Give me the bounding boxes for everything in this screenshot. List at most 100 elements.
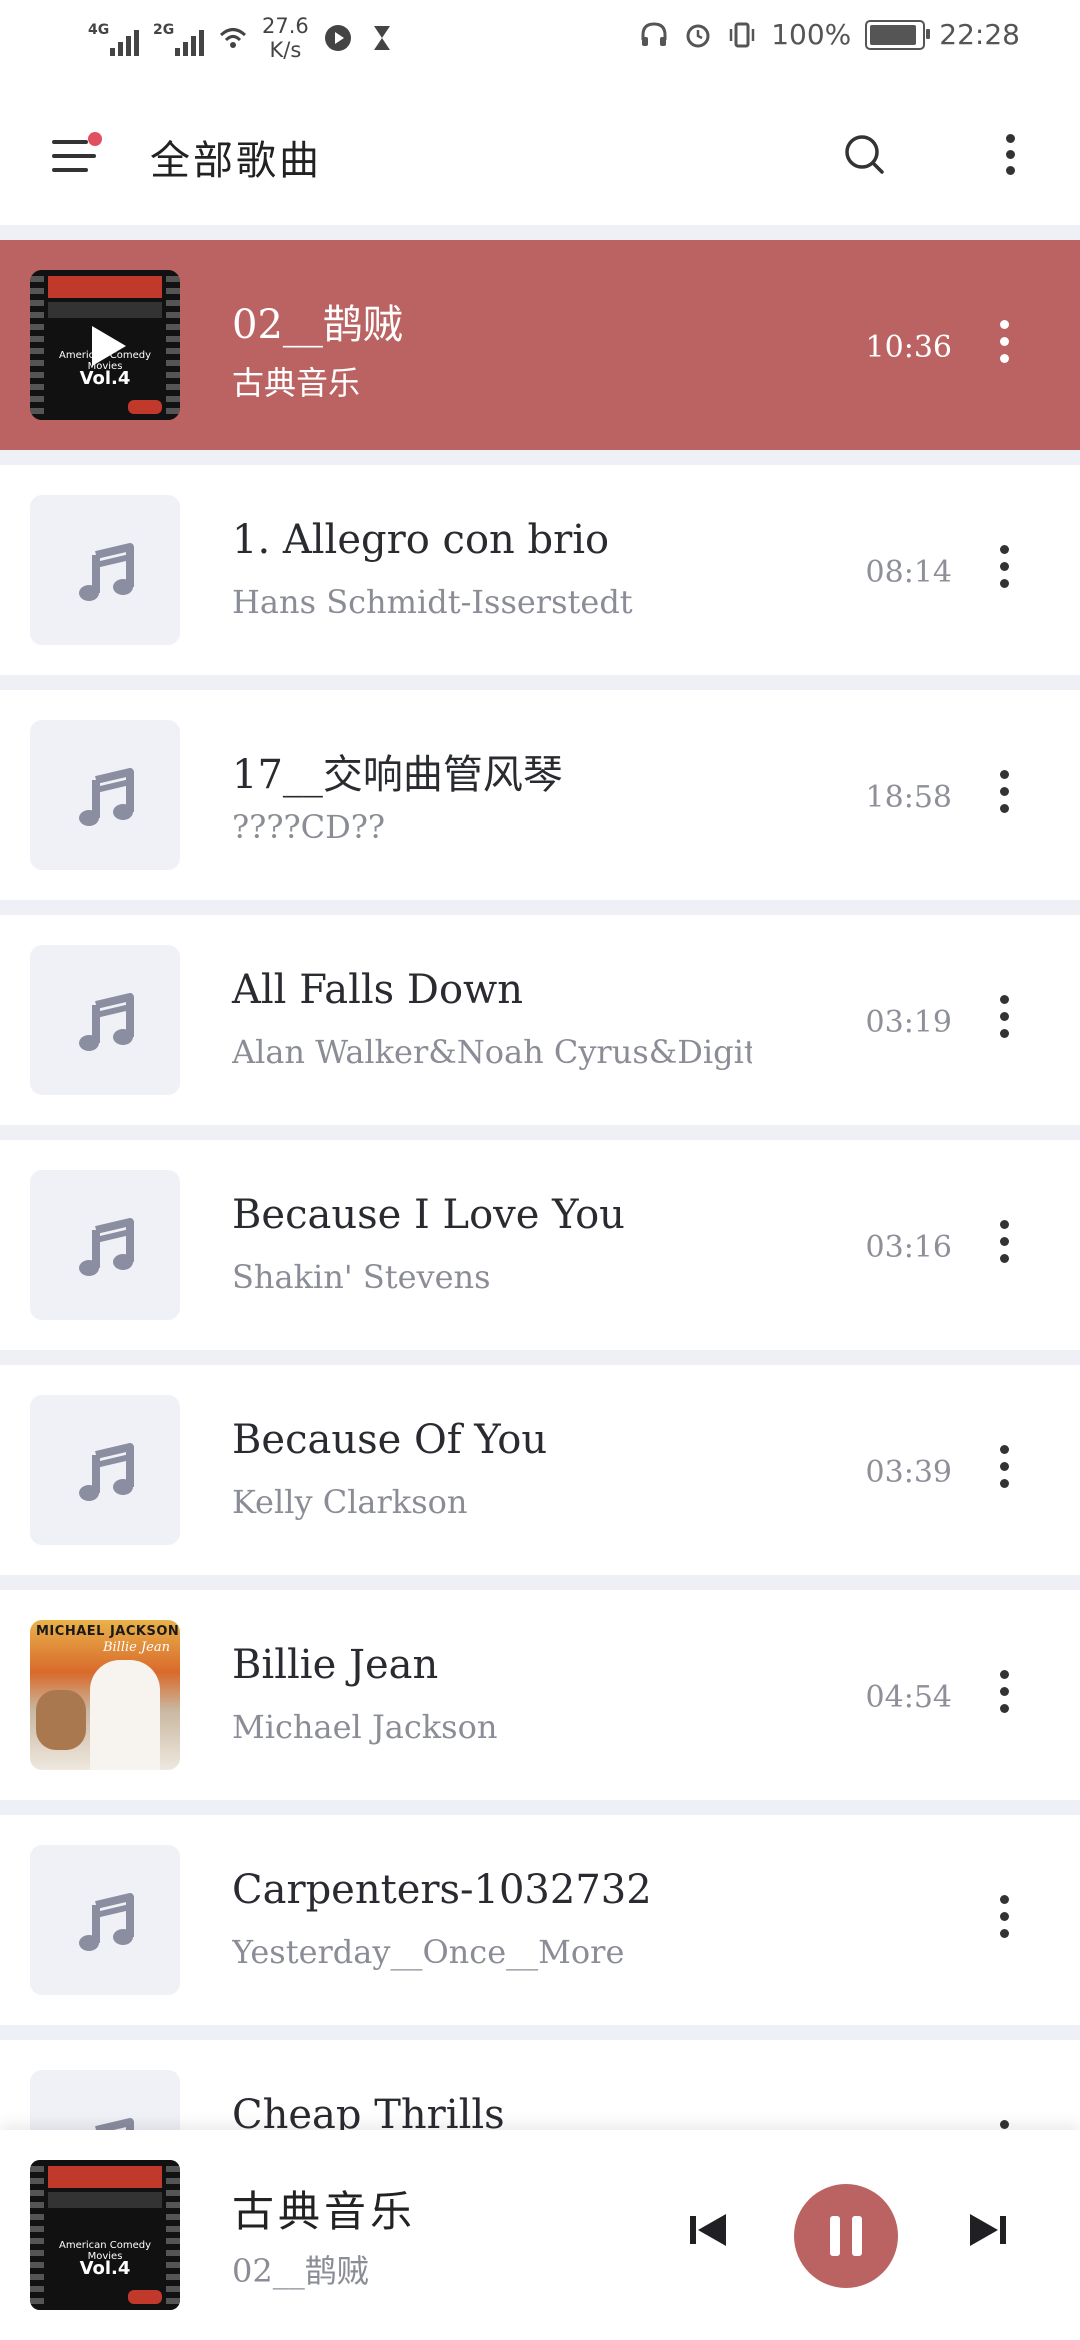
media-playing-icon xyxy=(324,25,351,51)
song-row[interactable]: Because I Love You Shakin' Stevens 03:16 xyxy=(0,1140,1080,1350)
song-artist: Michael Jackson xyxy=(232,1708,498,1746)
more-vertical-icon xyxy=(992,545,1016,588)
network-type-2-label: 2G xyxy=(153,22,175,38)
song-artist: Yesterday__Once__More xyxy=(232,1933,625,1971)
song-title: All Falls Down xyxy=(232,967,524,1013)
album-art-placeholder xyxy=(30,1845,180,1995)
play-pause-button[interactable] xyxy=(794,2184,898,2288)
song-row[interactable]: All Falls Down Alan Walker&Noah Cyrus&Di… xyxy=(0,915,1080,1125)
album-art: American Comedy Movies Vol.4 xyxy=(30,270,180,420)
album-art-placeholder xyxy=(30,945,180,1095)
clock: 22:28 xyxy=(939,18,1020,51)
page-title: 全部歌曲 xyxy=(150,138,322,184)
network-speed-unit: K/s xyxy=(269,38,302,62)
music-note-icon xyxy=(79,1443,134,1501)
song-artist: Hans Schmidt-Isserstedt xyxy=(232,583,633,621)
more-vertical-icon xyxy=(992,1445,1016,1488)
song-artist: 古典音乐 xyxy=(232,364,361,402)
network-speed: 27.6 K/s xyxy=(262,14,309,62)
status-bar: 4G 2G 27.6 K/s 100% 22:28 xyxy=(0,0,1080,80)
song-row[interactable]: Because Of You Kelly Clarkson 03:39 xyxy=(0,1365,1080,1575)
song-artist: Alan Walker&Noah Cyrus&Digit.. xyxy=(232,1033,752,1071)
wifi-icon xyxy=(219,28,247,48)
song-row[interactable]: Carpenters-1032732 Yesterday__Once__More xyxy=(0,1815,1080,2025)
album-art-volume: Vol.4 xyxy=(79,368,131,389)
search-button[interactable] xyxy=(838,128,894,184)
alarm-icon xyxy=(686,24,710,47)
search-icon xyxy=(845,135,884,174)
more-vertical-icon xyxy=(992,320,1016,363)
network-speed-value: 27.6 xyxy=(262,14,309,38)
hourglass-icon xyxy=(373,26,390,50)
song-row[interactable]: American Comedy Movies Vol.4 02__鹊贼 古典音乐… xyxy=(0,240,1080,450)
song-duration: 04:54 xyxy=(865,1680,952,1715)
hamburger-menu-icon xyxy=(52,140,88,144)
album-art-album: Billie Jean xyxy=(102,1640,170,1655)
song-more-button[interactable] xyxy=(992,320,1016,370)
status-bar-left: 4G 2G 27.6 K/s xyxy=(88,14,397,62)
cell-signal-2-icon: 2G xyxy=(153,20,204,56)
battery-icon xyxy=(865,19,931,50)
song-more-button[interactable] xyxy=(992,995,1016,1045)
song-duration: 18:58 xyxy=(865,780,952,815)
song-more-button[interactable] xyxy=(992,1220,1016,1270)
song-duration: 08:14 xyxy=(865,555,952,590)
song-title: Because Of You xyxy=(232,1417,548,1463)
music-note-icon xyxy=(79,1218,134,1276)
more-vertical-icon xyxy=(992,770,1016,813)
song-row[interactable]: 1. Allegro con brio Hans Schmidt-Isserst… xyxy=(0,465,1080,675)
song-more-button[interactable] xyxy=(992,545,1016,595)
song-more-button[interactable] xyxy=(992,770,1016,820)
song-duration: 03:16 xyxy=(865,1230,952,1265)
song-row[interactable]: MICHAEL JACKSON Billie Jean Billie Jean … xyxy=(0,1590,1080,1800)
album-art-placeholder xyxy=(30,720,180,870)
song-title: Because I Love You xyxy=(232,1192,625,1238)
now-playing-subtitle: 02__鹊贼 xyxy=(232,2252,369,2290)
more-vertical-icon xyxy=(992,1220,1016,1263)
song-more-button[interactable] xyxy=(992,1445,1016,1495)
status-bar-right: 100% 22:28 xyxy=(639,18,1020,51)
song-more-button[interactable] xyxy=(992,1670,1016,1720)
more-vertical-icon xyxy=(992,1895,1016,1938)
next-button[interactable] xyxy=(966,2210,1010,2250)
song-more-button[interactable] xyxy=(992,1895,1016,1945)
previous-button[interactable] xyxy=(686,2210,730,2250)
skip-next-icon xyxy=(970,2214,1006,2246)
song-title: Carpenters-1032732 xyxy=(232,1867,652,1913)
now-playing-album-art[interactable]: American Comedy Movies Vol.4 xyxy=(30,2160,180,2310)
song-artist: Shakin' Stevens xyxy=(232,1258,491,1296)
now-playing-title: 古典音乐 xyxy=(232,2187,417,2236)
music-note-icon xyxy=(79,993,134,1051)
song-title: 02__鹊贼 xyxy=(232,302,403,348)
song-title: 17__交响曲管风琴 xyxy=(232,752,563,798)
menu-button[interactable] xyxy=(48,128,102,180)
album-art-volume: Vol.4 xyxy=(79,2258,131,2279)
music-note-icon xyxy=(79,768,134,826)
vibrate-icon xyxy=(729,22,755,47)
more-vertical-icon xyxy=(992,1670,1016,1713)
skip-previous-icon xyxy=(690,2214,726,2246)
play-icon xyxy=(92,326,126,366)
music-note-icon xyxy=(79,1893,134,1951)
song-artist: Kelly Clarkson xyxy=(232,1483,468,1521)
album-art: MICHAEL JACKSON Billie Jean xyxy=(30,1620,180,1770)
notification-badge xyxy=(88,132,102,146)
song-list: American Comedy Movies Vol.4 02__鹊贼 古典音乐… xyxy=(0,240,1080,2265)
more-vertical-icon xyxy=(988,128,1032,175)
song-artist: ????CD?? xyxy=(232,808,386,846)
song-duration: 03:39 xyxy=(865,1455,952,1490)
song-title: Billie Jean xyxy=(232,1642,439,1688)
overflow-menu-button[interactable] xyxy=(988,128,1032,184)
album-art-placeholder xyxy=(30,1170,180,1320)
song-title: 1. Allegro con brio xyxy=(232,517,610,563)
music-note-icon xyxy=(79,543,134,601)
headphones-icon xyxy=(641,21,667,46)
now-playing-bar[interactable]: American Comedy Movies Vol.4 古典音乐 02__鹊贼 xyxy=(0,2130,1080,2340)
more-vertical-icon xyxy=(992,995,1016,1038)
network-type-label: 4G xyxy=(88,22,110,38)
pause-icon xyxy=(830,2216,840,2256)
song-row[interactable]: 17__交响曲管风琴 ????CD?? 18:58 xyxy=(0,690,1080,900)
battery-percent: 100% xyxy=(771,18,852,51)
song-duration: 03:19 xyxy=(865,1005,952,1040)
song-duration: 10:36 xyxy=(865,330,952,365)
